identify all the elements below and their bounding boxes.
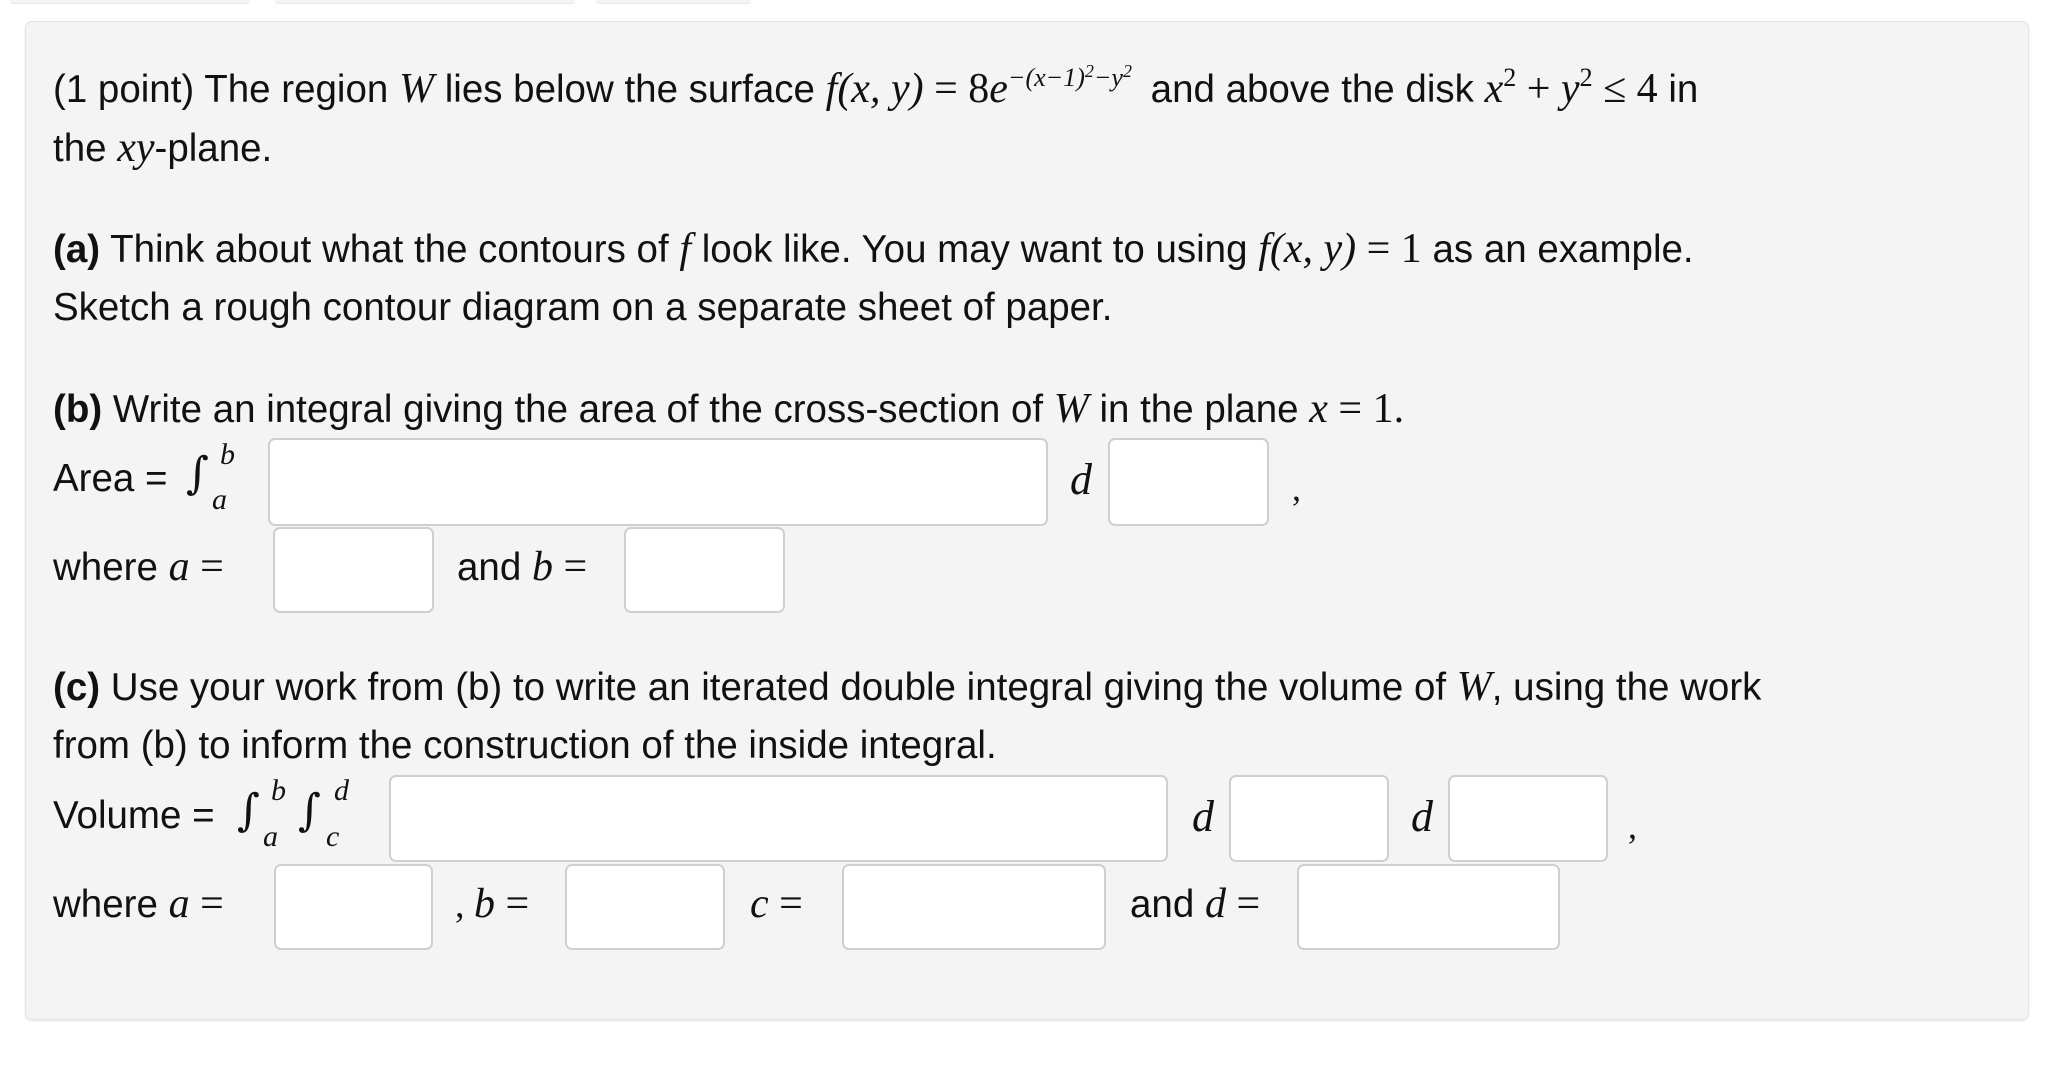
and-d-label: and d = [1130,881,1261,927]
volume-d-input[interactable] [1297,864,1560,950]
volume-integrand-input[interactable] [389,775,1168,862]
comma: , [1292,468,1301,508]
where-a-label-c: where a = [53,881,224,927]
integral-sign: ∫ [186,448,209,499]
part-b-label: (b) [53,388,103,431]
volume-c-input[interactable] [842,864,1106,950]
outer-upper-limit: b [271,774,286,807]
tab-2[interactable] [275,0,575,4]
inner-lower-limit: c [326,820,340,853]
volume-label: Volume = [53,794,215,837]
differential-d-1: d [1192,792,1214,841]
differential-d-2: d [1411,792,1433,841]
lower-limit-a: a [212,483,227,516]
inner-integral-sign: ∫ [298,785,321,836]
part-a-line-2: Sketch a rough contour diagram on a sepa… [53,286,1113,329]
tab-3[interactable] [596,0,751,4]
intro-line-1: (1 point) The region W lies below the su… [53,61,1699,112]
c-label: c = [750,881,803,927]
part-c-line-1: (c) Use your work from (b) to write an i… [53,664,1762,710]
outer-integral-sign: ∫ [237,785,260,836]
tab-1[interactable] [10,0,250,4]
comma: , [1628,806,1637,846]
b-label-c: , b = [455,881,530,927]
volume-b-input[interactable] [565,864,725,950]
part-c-label: (c) [53,666,101,709]
area-a-input[interactable] [273,527,434,613]
part-a-line-1: (a) Think about what the contours of f l… [53,226,1694,272]
volume-variable-1-input[interactable] [1229,775,1389,862]
area-label: Area = [53,457,168,500]
differential-d: d [1070,455,1092,504]
where-a-label: where a = [53,544,224,590]
part-a-label: (a) [53,228,101,271]
upper-limit-b: b [220,438,235,471]
exponent: −(x−1)2−y2 [1007,61,1132,92]
and-b-label: and b = [457,544,588,590]
area-integrand-input[interactable] [268,438,1048,526]
part-b-line-1: (b) Write an integral giving the area of… [53,386,1405,432]
part-c-line-2: from (b) to inform the construction of t… [53,724,997,767]
area-b-input[interactable] [624,527,785,613]
area-variable-input[interactable] [1108,438,1269,526]
inner-upper-limit: d [334,774,349,807]
volume-a-input[interactable] [274,864,433,950]
outer-lower-limit: a [263,820,278,853]
intro-line-2: the xy-plane. [53,125,273,171]
points-label: (1 point) [53,68,195,111]
volume-variable-2-input[interactable] [1448,775,1608,862]
